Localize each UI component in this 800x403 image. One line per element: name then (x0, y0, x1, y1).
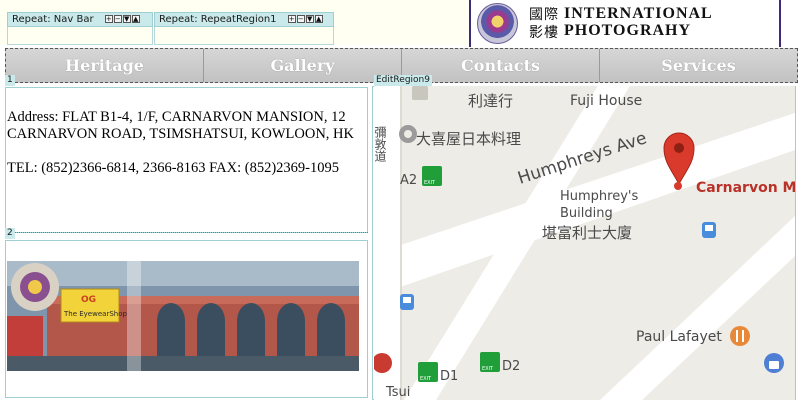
shopping-icon[interactable] (412, 86, 428, 100)
street-photo: OG The EyewearShop (7, 261, 359, 371)
repeat-nav-bar-controls: + − ▼ ▲ (104, 13, 141, 28)
edit-region9-tag[interactable]: EditRegion9 (374, 75, 432, 86)
repeat-region1-label: Repeat: RepeatRegion1 (159, 14, 277, 25)
move-down-icon[interactable]: ▼ (122, 15, 131, 23)
remove-icon[interactable]: − (113, 15, 122, 23)
map-label-humphreys-building-en2: Building (560, 206, 613, 221)
contact-phone: TEL: (852)2366-6814, 2366-8163 FAX: (852… (7, 160, 339, 176)
repeat-region1-controls: + − ▼ ▲ (287, 13, 324, 28)
logo-chinese-line2: 影樓 (529, 25, 559, 41)
repeat-nav-guide (7, 27, 153, 45)
exit-icon[interactable]: EXIT (422, 166, 442, 186)
restaurant-icon[interactable] (730, 326, 750, 346)
logo-chinese-line1: 國際 (529, 7, 559, 23)
circle-poi-icon[interactable] (399, 125, 417, 143)
exit-label: EXIT (424, 180, 436, 186)
repeat-region1-tag[interactable]: Repeat: RepeatRegion1 + − ▼ ▲ (154, 12, 334, 27)
move-up-icon[interactable]: ▲ (314, 15, 323, 23)
bus-stop-icon[interactable] (400, 294, 414, 310)
repeat-nav-bar-label: Repeat: Nav Bar (12, 14, 94, 25)
move-down-icon[interactable]: ▼ (305, 15, 314, 23)
map-label-a2: A2 (400, 173, 417, 188)
map-label-tsui: Tsui (385, 385, 410, 400)
contact-address: Address: FLAT B1-4, 1/F, CARNARVON MANSI… (7, 109, 354, 142)
logo-english-line1: INTERNATIONAL (564, 5, 713, 22)
nav-item-services[interactable]: Services (600, 49, 797, 82)
map-label-paul-lafayet: Paul Lafayet (636, 329, 722, 345)
sign-eyewear: The EyewearShop (63, 310, 127, 318)
region-divider (5, 232, 368, 233)
map-label-humphreys-building-en1: Humphrey's (560, 189, 638, 204)
exit-icon[interactable]: EXIT (480, 352, 500, 372)
bus-stop-icon[interactable] (702, 222, 716, 238)
exit-label: EXIT (482, 366, 494, 372)
add-icon[interactable]: + (104, 15, 113, 23)
move-up-icon[interactable]: ▲ (131, 15, 140, 23)
exit-label: EXIT (420, 376, 432, 382)
map-label-fuji-house: Fuji House (570, 93, 642, 109)
region-1-tag[interactable]: 1 (5, 75, 15, 86)
site-logo[interactable]: 國際 影樓 INTERNATIONAL PHOTOGRAHY (469, 0, 781, 47)
logo-english-line2: PHOTOGRAHY (564, 22, 692, 39)
sign-og: OG (81, 295, 96, 305)
contact-info: Address: FLAT B1-4, 1/F, CARNARVON MANSI… (7, 109, 362, 194)
map-label-d1: D1 (440, 369, 458, 384)
map[interactable]: 利達行 Fuji House 大喜屋日本料理 Humphreys Ave Car… (374, 86, 795, 400)
repeat-nav-bar-tag[interactable]: Repeat: Nav Bar + − ▼ ▲ (7, 12, 153, 27)
map-label-restaurant: 大喜屋日本料理 (416, 130, 521, 148)
map-label-nathan-road: 彌敦道 (374, 126, 387, 162)
map-canvas[interactable]: 利達行 Fuji House 大喜屋日本料理 Humphreys Ave Car… (374, 86, 795, 400)
add-icon[interactable]: + (287, 15, 296, 23)
map-label-humphreys-building-cn: 堪富利士大廈 (542, 224, 632, 242)
remove-icon[interactable]: − (296, 15, 305, 23)
exit-icon[interactable]: EXIT (418, 362, 438, 382)
nav-item-heritage[interactable]: Heritage (6, 49, 204, 82)
map-label-lee-tat-hong: 利達行 (468, 92, 513, 110)
shopping-bag-icon[interactable] (764, 353, 784, 373)
nav-item-gallery[interactable]: Gallery (204, 49, 402, 82)
region-2-tag[interactable]: 2 (5, 228, 15, 239)
logo-english-text: INTERNATIONAL PHOTOGRAHY (564, 5, 713, 39)
repeat-region1-guide (154, 27, 334, 45)
logo-chinese-text: 國際 影樓 (529, 6, 559, 42)
logo-seal-icon (477, 3, 518, 44)
map-label-carnarvon: Carnarvon M (696, 180, 795, 196)
map-label-d2: D2 (502, 359, 520, 374)
street-photo-image: OG The EyewearShop (7, 261, 359, 371)
